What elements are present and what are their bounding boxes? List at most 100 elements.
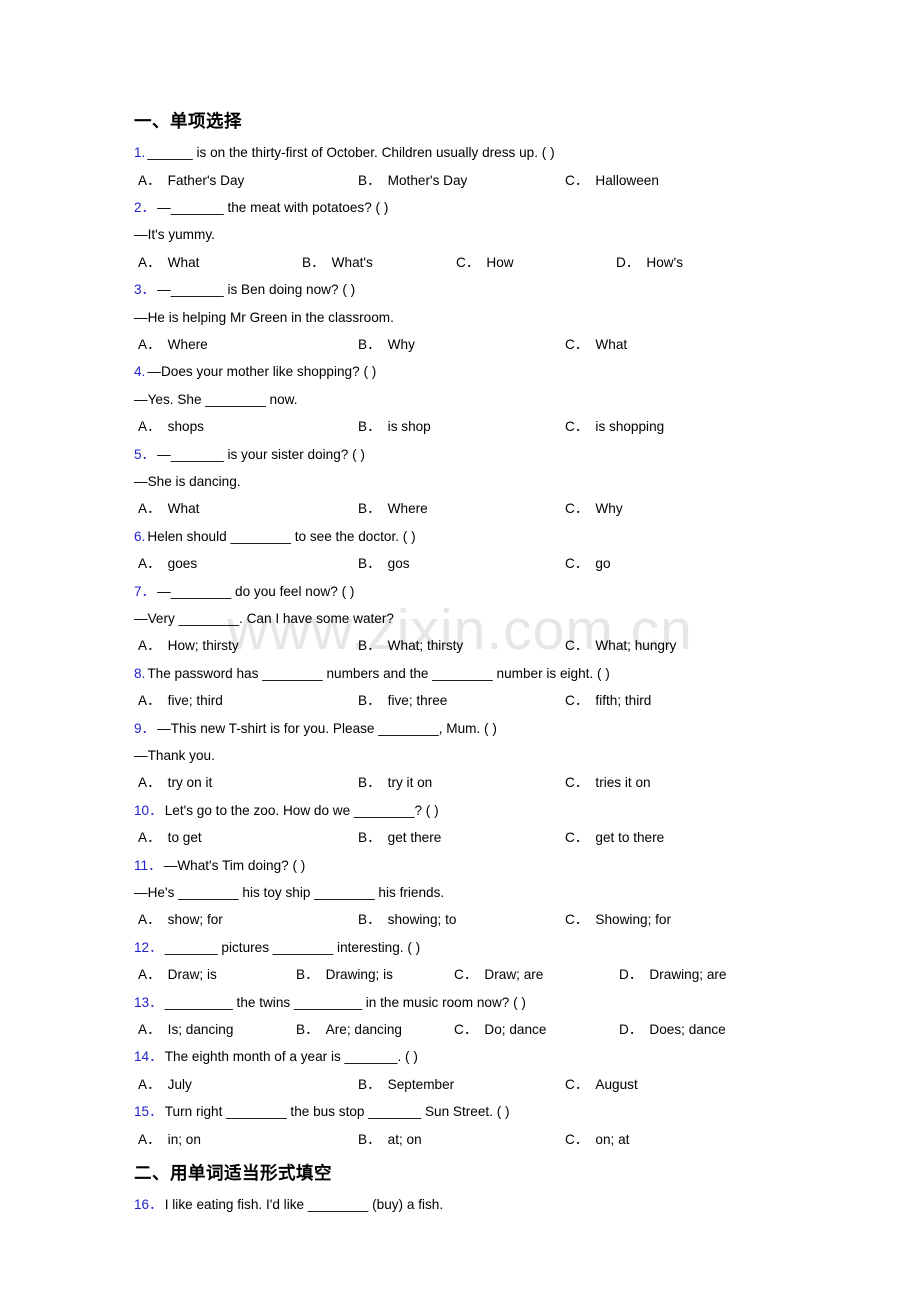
option-a[interactable]: A． Where <box>138 331 208 358</box>
option-a-label: A． <box>138 693 161 709</box>
option-a-text: shops <box>167 419 204 435</box>
option-c[interactable]: C． is shopping <box>565 413 664 440</box>
option-b[interactable]: B． Where <box>358 495 428 522</box>
question-number: 14． <box>134 1049 163 1065</box>
question-number: 4. <box>134 364 146 380</box>
question-5: 5． —_______ is your sister doing? ( ) <box>134 441 794 468</box>
option-a-text: What <box>167 254 200 270</box>
option-a[interactable]: A． in; on <box>138 1126 201 1153</box>
option-a-text: show; for <box>167 912 223 928</box>
option-a[interactable]: A． July <box>138 1071 192 1098</box>
question-stem: —This new T-shirt is for you. Please ___… <box>157 720 497 736</box>
option-c[interactable]: C． tries it on <box>565 769 651 796</box>
option-c-text: What; hungry <box>595 638 677 654</box>
section-heading-2: 二、用单词适当形式填空 <box>134 1163 332 1184</box>
option-c[interactable]: C． fifth; third <box>565 687 651 714</box>
option-c[interactable]: C． on; at <box>565 1126 629 1153</box>
option-c[interactable]: C． What <box>565 331 627 358</box>
option-c[interactable]: C． Do; dance <box>454 1016 546 1043</box>
option-b-text: at; on <box>387 1131 422 1147</box>
option-c[interactable]: C． Draw; are <box>454 961 543 988</box>
question-number: 3． <box>134 282 156 298</box>
option-b[interactable]: B． five; three <box>358 687 447 714</box>
option-b[interactable]: B． gos <box>358 550 410 577</box>
option-b[interactable]: B． try it on <box>358 769 432 796</box>
option-b-text: Drawing; is <box>325 967 393 983</box>
option-a[interactable]: A． goes <box>138 550 197 577</box>
option-c-label: C． <box>456 254 480 270</box>
option-b[interactable]: B． is shop <box>358 413 431 440</box>
option-c[interactable]: C． Showing; for <box>565 906 671 933</box>
option-a[interactable]: A． What <box>138 495 199 522</box>
option-b[interactable]: B． Why <box>358 331 415 358</box>
option-a-text: try on it <box>167 775 213 791</box>
question-2-continuation: —It's yummy. <box>134 227 215 243</box>
option-a[interactable]: A． to get <box>138 824 202 851</box>
option-b[interactable]: B． Are; dancing <box>296 1016 402 1043</box>
option-c[interactable]: C． get to there <box>565 824 664 851</box>
option-a-label: A． <box>138 1131 161 1147</box>
option-b-label: B． <box>358 912 381 928</box>
option-b-text: Are; dancing <box>325 1022 402 1038</box>
option-b[interactable]: B． Mother's Day <box>358 167 467 194</box>
question-number: 13． <box>134 994 163 1010</box>
option-b[interactable]: B． What; thirsty <box>358 632 463 659</box>
question-5-continuation: —She is dancing. <box>134 474 241 490</box>
option-c[interactable]: C． How <box>456 249 514 276</box>
option-c-text: How <box>486 254 514 270</box>
options-row-9: A． try on it B． try it on C． tries it on <box>134 769 794 796</box>
option-c[interactable]: C． Halloween <box>565 167 659 194</box>
question-number: 1. <box>134 145 146 161</box>
option-a[interactable]: A． shops <box>138 413 204 440</box>
option-a[interactable]: A． try on it <box>138 769 212 796</box>
option-a[interactable]: A． five; third <box>138 687 223 714</box>
option-c-text: Why <box>595 501 623 517</box>
option-b[interactable]: B． September <box>358 1071 454 1098</box>
option-c-label: C． <box>565 172 589 188</box>
option-c-text: go <box>595 556 611 572</box>
question-number: 15． <box>134 1104 163 1120</box>
option-c-text: on; at <box>595 1131 630 1147</box>
option-b-text: What; thirsty <box>387 638 464 654</box>
option-c[interactable]: C． August <box>565 1071 638 1098</box>
options-row-8: A． five; third B． five; three C． fifth; thi… <box>134 687 794 714</box>
option-b-label: B． <box>358 1076 381 1092</box>
option-c-text: is shopping <box>595 419 665 435</box>
options-row-11: A． show; for B． showing; to C． Showing; for <box>134 906 794 933</box>
option-b[interactable]: B． get there <box>358 824 441 851</box>
option-d[interactable]: D． How's <box>616 249 683 276</box>
option-a[interactable]: A． Is; dancing <box>138 1016 233 1043</box>
option-b-label: B． <box>358 693 381 709</box>
option-a[interactable]: A． Father's Day <box>138 167 244 194</box>
option-a[interactable]: A． Draw; is <box>138 961 217 988</box>
option-c[interactable]: C． What; hungry <box>565 632 676 659</box>
option-d[interactable]: D． Does; dance <box>619 1016 726 1043</box>
option-b[interactable]: B． Drawing; is <box>296 961 393 988</box>
options-row-1: A． Father's Day B． Mother's Day C． Hallowee… <box>134 167 794 194</box>
option-a[interactable]: A． show; for <box>138 906 223 933</box>
option-c[interactable]: C． go <box>565 550 611 577</box>
option-c-label: C． <box>565 501 589 517</box>
question-3-continuation: —He is helping Mr Green in the classroom… <box>134 309 394 325</box>
option-c-text: August <box>595 1076 638 1092</box>
question-10: 10． Let's go to the zoo. How do we ______… <box>134 797 794 824</box>
option-d-label: D． <box>619 967 643 983</box>
option-c-label: C． <box>565 556 589 572</box>
question-number: 9． <box>134 720 156 736</box>
option-a[interactable]: A． What <box>138 249 199 276</box>
option-b[interactable]: B． showing; to <box>358 906 456 933</box>
question-number: 16． <box>134 1197 163 1213</box>
option-b-label: B． <box>358 830 381 846</box>
question-stem: The password has ________ numbers and th… <box>147 665 610 681</box>
option-d[interactable]: D． Drawing; are <box>619 961 726 988</box>
option-b[interactable]: B． What's <box>302 249 373 276</box>
options-row-2: A． What B． What's C． How D． How's <box>134 249 794 276</box>
option-a-text: goes <box>167 556 198 572</box>
question-1: 1. ______ is on the thirty-first of Octob… <box>134 139 794 166</box>
question-number: 12． <box>134 939 163 955</box>
option-b-label: B． <box>296 967 319 983</box>
option-c[interactable]: C． Why <box>565 495 623 522</box>
option-a-text: Father's Day <box>167 172 245 188</box>
option-b[interactable]: B． at; on <box>358 1126 422 1153</box>
option-a[interactable]: A． How; thirsty <box>138 632 239 659</box>
